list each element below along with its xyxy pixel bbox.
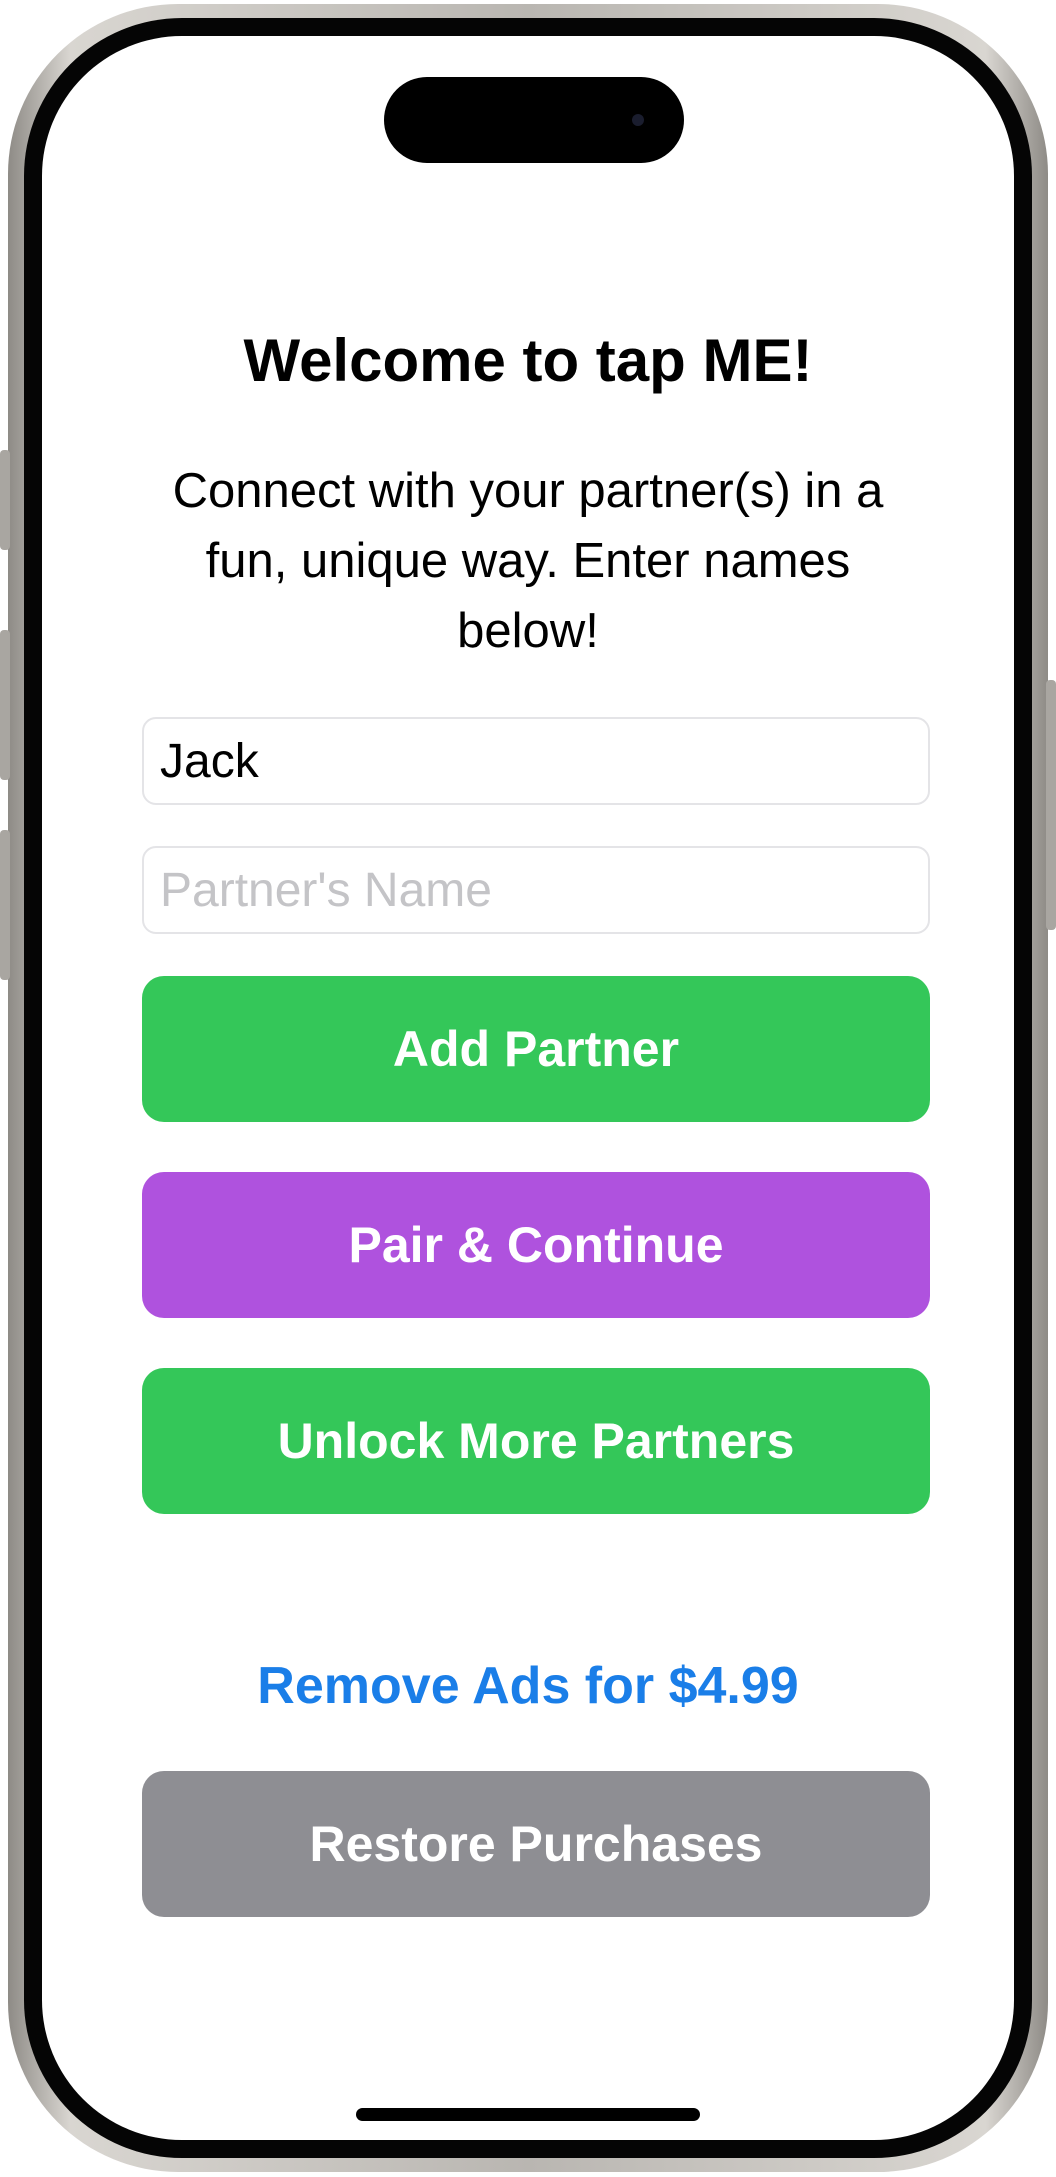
dynamic-island [384,77,684,163]
remove-ads-link[interactable]: Remove Ads for $4.99 [42,1656,1014,1716]
welcome-screen: Welcome to tap ME! Connect with your par… [42,36,1014,2140]
phone-screen: Welcome to tap ME! Connect with your par… [42,36,1014,2140]
partner-name-input[interactable] [142,846,930,934]
page-subtitle: Connect with your partner(s) in a fun, u… [172,464,884,658]
camera-icon [632,114,644,126]
pair-continue-button[interactable]: Pair & Continue [142,1172,930,1318]
restore-purchases-button[interactable]: Restore Purchases [142,1771,930,1917]
name-input[interactable] [142,717,930,805]
power-button [1046,680,1056,930]
volume-up-button [0,630,10,780]
unlock-more-partners-button[interactable]: Unlock More Partners [142,1368,930,1514]
page-title: Welcome to tap ME! [243,327,813,394]
add-partner-button[interactable]: Add Partner [142,976,930,1122]
volume-down-button [0,830,10,980]
action-button [0,450,10,550]
home-indicator[interactable] [356,2108,700,2121]
